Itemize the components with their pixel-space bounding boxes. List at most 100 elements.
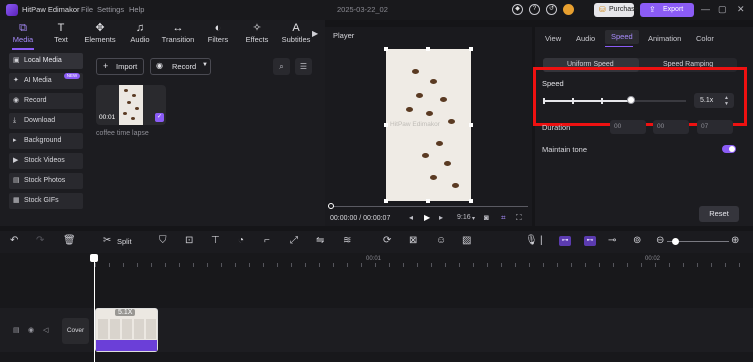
track-mute-icon[interactable]: ◁ (43, 326, 48, 334)
minimize-icon[interactable]: — (701, 4, 710, 14)
tab-view[interactable]: View (545, 34, 561, 43)
close-icon[interactable]: ✕ (737, 4, 745, 15)
link-icon[interactable]: ⊶ (559, 236, 571, 246)
delete-icon[interactable]: 🗑 (63, 235, 76, 246)
record-icon: ◉ (13, 97, 20, 104)
avatar[interactable] (563, 4, 574, 15)
duration-seconds[interactable]: 07 (697, 120, 733, 134)
undo-icon[interactable]: ↶ (10, 235, 18, 246)
track-visibility-icon[interactable]: ◉ (28, 326, 34, 334)
audio-icon: ♫ (135, 22, 145, 34)
resize-handle[interactable] (426, 47, 430, 51)
sidebar-item-record[interactable]: ◉ Record (9, 93, 83, 109)
transform-icon[interactable]: ⤢ (290, 235, 298, 246)
sidebar-item-stock-videos[interactable]: ▶ Stock Videos (9, 153, 83, 169)
scrubber-handle[interactable] (328, 203, 334, 209)
sidebar-item-background[interactable]: ▸ Background (9, 133, 83, 149)
search-icon: ⌕ (279, 62, 284, 71)
player-scrubber[interactable] (330, 206, 528, 207)
resize-handle[interactable] (469, 47, 473, 51)
cover-button[interactable]: Cover (62, 318, 89, 344)
redo-icon[interactable]: ↷ (36, 235, 44, 246)
export-icon: ⇪ (649, 5, 656, 14)
aspect-ratio-select[interactable]: 9:16 (457, 214, 471, 221)
sort-button[interactable]: ☰ (295, 58, 312, 75)
face-icon[interactable]: ☺ (436, 235, 446, 246)
tab-audio-props[interactable]: Audio (576, 34, 595, 43)
sidebar-item-stock-gifs[interactable]: ▦ Stock GIFs (9, 193, 83, 209)
mirror-icon[interactable]: ⇋ (316, 235, 324, 246)
tab-effects[interactable]: ✧ Effects (236, 22, 278, 44)
adjust-icon[interactable]: ≋ (343, 235, 351, 246)
duration-hours[interactable]: 00 (610, 120, 646, 134)
tab-filters[interactable]: ◐ Filters (197, 22, 239, 44)
menu-file[interactable]: File (81, 5, 93, 14)
crop-grid-icon[interactable]: ⌗ (501, 213, 506, 223)
play-icon[interactable]: ▶ (424, 213, 430, 222)
next-frame-icon[interactable]: ▸ (439, 213, 443, 222)
zoom-in-icon[interactable]: ⊕ (731, 235, 739, 246)
help-icon[interactable]: ? (529, 4, 540, 15)
mask-icon[interactable]: ⊠ (409, 235, 417, 246)
elements-icon: ✥ (95, 22, 105, 34)
text-icon: T (57, 22, 65, 34)
history-icon[interactable]: ↺ (546, 4, 557, 15)
menu-settings[interactable]: Settings (97, 5, 124, 14)
tab-transition[interactable]: ↔ Transition (157, 22, 199, 44)
tab-subtitles[interactable]: A Subtitles (275, 22, 317, 44)
gift-icon[interactable]: ◆ (512, 4, 523, 15)
rotate-icon[interactable]: ⟳ (383, 235, 391, 246)
resize-handle[interactable] (426, 199, 430, 203)
toggle-knob (729, 146, 735, 152)
video-icon: ▶ (13, 157, 19, 164)
zoom-slider-thumb[interactable] (672, 238, 679, 245)
sidebar-item-stock-photos[interactable]: ▤ Stock Photos (9, 173, 83, 189)
tab-media[interactable]: ⧉ Media (2, 22, 44, 44)
crop-icon[interactable]: ⌐ (264, 235, 270, 246)
project-name: 2025-03-22_02 (337, 5, 388, 14)
tab-color[interactable]: Color (696, 34, 714, 43)
split-audio-icon[interactable]: ⊸ (608, 235, 616, 246)
timeline-ruler[interactable] (95, 263, 753, 267)
mic-icon[interactable]: 🎙 (525, 235, 538, 246)
transition-icon: ↔ (172, 22, 184, 34)
tab-audio[interactable]: ♫ Audio (119, 22, 161, 44)
track-lock-icon[interactable]: ▤ (13, 326, 20, 334)
sidebar-item-local-media[interactable]: ▣ Local Media (9, 53, 83, 69)
zoom-out-icon[interactable]: ⊖ (656, 235, 664, 246)
playhead[interactable] (94, 258, 95, 362)
resize-handle[interactable] (469, 199, 473, 203)
prev-frame-icon[interactable]: ◂ (409, 213, 413, 222)
duration-minutes[interactable]: 00 (653, 120, 689, 134)
fullscreen-icon[interactable]: ⛶ (516, 213, 522, 223)
tab-animation[interactable]: Animation (648, 34, 681, 43)
sticker-icon[interactable]: ⛉ (159, 235, 167, 246)
magnet-icon[interactable]: ⊷ (584, 236, 596, 246)
watermark: HitPaw Edimakor (390, 121, 440, 128)
menu-help[interactable]: Help (129, 5, 144, 14)
text-box-icon[interactable]: ⊡ (185, 235, 193, 246)
preview-icon[interactable]: ⊚ (633, 235, 641, 246)
caption-icon[interactable]: ⊤ (211, 235, 220, 246)
resize-handle[interactable] (384, 47, 388, 51)
tab-text[interactable]: T Text (40, 22, 82, 44)
download-icon: ⤓ (13, 117, 17, 124)
clip-frame (146, 319, 156, 339)
resize-handle[interactable] (469, 123, 473, 127)
snapshot-icon[interactable]: ◙ (484, 213, 489, 222)
resize-handle[interactable] (384, 199, 388, 203)
reset-button[interactable]: Reset (699, 206, 739, 222)
maximize-icon[interactable]: ▢ (718, 4, 727, 15)
speed-icon[interactable]: ◔ (238, 235, 244, 246)
scissors-icon[interactable]: ✂ (103, 235, 111, 246)
check-icon[interactable]: ✓ (155, 113, 164, 122)
sidebar-item-download[interactable]: ⤓ Download (9, 113, 83, 129)
split-button[interactable]: Split (117, 237, 132, 246)
toolbar-more-icon[interactable]: ▶ (312, 29, 318, 38)
resize-handle[interactable] (384, 123, 388, 127)
tab-speed[interactable]: Speed (605, 30, 639, 44)
search-button[interactable]: ⌕ (273, 58, 290, 75)
image-icon[interactable]: ▨ (462, 235, 471, 246)
tab-elements[interactable]: ✥ Elements (79, 22, 121, 44)
ruler-label: 00:02 (645, 256, 661, 262)
